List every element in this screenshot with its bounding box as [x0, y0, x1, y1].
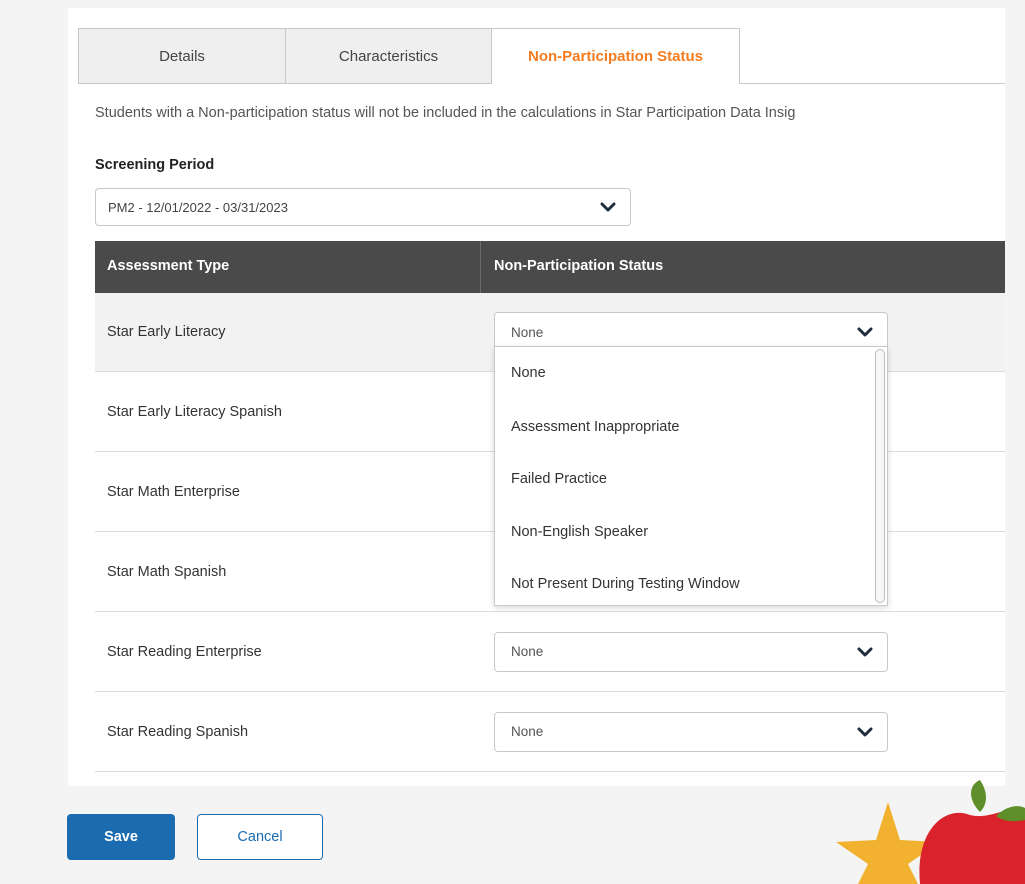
screening-period-value: PM2 - 12/01/2022 - 03/31/2023	[108, 199, 288, 215]
dropdown-option-assessment-inappropriate[interactable]: Assessment Inappropriate	[511, 419, 679, 435]
cancel-button[interactable]: Cancel	[197, 814, 323, 860]
chevron-down-icon	[600, 202, 616, 212]
status-select[interactable]: None	[494, 631, 888, 672]
tab-bar: Details Characteristics Non-Participatio…	[78, 28, 1005, 84]
intro-text: Students with a Non-participation status…	[95, 105, 796, 121]
assessment-name: Star Early Literacy Spanish	[107, 403, 282, 420]
dropdown-option-non-english-speaker[interactable]: Non-English Speaker	[511, 524, 648, 540]
chevron-down-icon	[857, 727, 873, 736]
dropdown-option-not-present[interactable]: Not Present During Testing Window	[511, 576, 740, 592]
assessment-name: Star Math Enterprise	[107, 483, 240, 500]
status-select-value: None	[511, 724, 544, 739]
status-select[interactable]: None	[494, 711, 888, 752]
chevron-down-icon	[857, 647, 873, 656]
apple-star-logo-icon	[836, 780, 1025, 884]
assessment-name: Star Reading Enterprise	[107, 643, 262, 660]
table-header: Assessment Type Non-Participation Status	[95, 241, 1005, 293]
tab-non-participation-status[interactable]: Non-Participation Status	[491, 28, 740, 84]
status-dropdown-menu: None Assessment Inappropriate Failed Pra…	[494, 346, 888, 606]
table-row: Star Reading Spanish None	[95, 692, 1005, 772]
screening-period-select[interactable]: PM2 - 12/01/2022 - 03/31/2023	[95, 188, 631, 226]
tab-non-participation-status-label: Non-Participation Status	[527, 48, 703, 65]
status-select-value: None	[511, 644, 544, 659]
assessment-name: Star Reading Spanish	[107, 723, 249, 740]
save-button[interactable]: Save	[67, 814, 175, 860]
screening-period-label: Screening Period	[95, 157, 215, 173]
status-select-value: None	[511, 324, 544, 340]
dropdown-option-none[interactable]: None	[511, 365, 546, 381]
header-assessment-type: Assessment Type	[107, 258, 230, 274]
dropdown-scrollbar[interactable]	[875, 349, 885, 603]
chevron-down-icon	[857, 327, 873, 337]
assessment-name: Star Early Literacy	[107, 324, 226, 340]
tab-details-label: Details	[159, 47, 205, 65]
table-row: Star Reading Enterprise None	[95, 612, 1005, 692]
header-non-participation-status: Non-Participation Status	[494, 258, 664, 274]
tab-characteristics[interactable]: Characteristics	[285, 28, 492, 83]
tab-details[interactable]: Details	[78, 28, 286, 83]
dropdown-option-failed-practice[interactable]: Failed Practice	[511, 471, 607, 487]
header-divider	[480, 241, 481, 293]
assessment-name: Star Math Spanish	[107, 563, 227, 580]
tab-characteristics-label: Characteristics	[338, 47, 439, 65]
